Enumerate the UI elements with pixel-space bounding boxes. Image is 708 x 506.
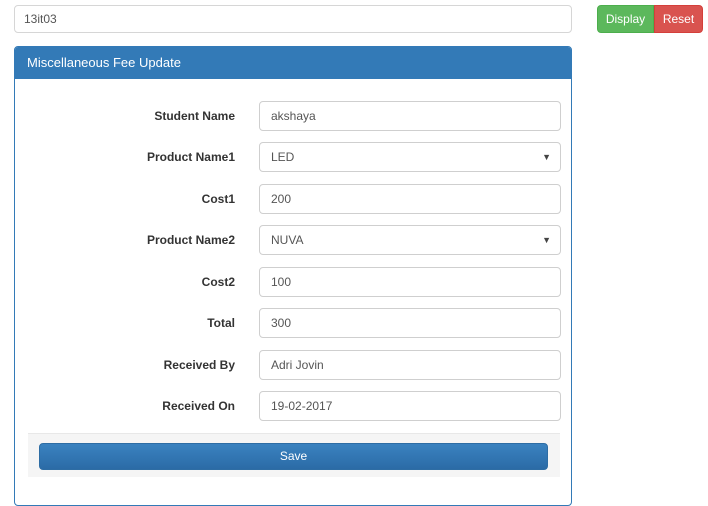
total-label: Total	[207, 316, 235, 330]
received-by-input[interactable]: Adri Jovin	[259, 350, 561, 380]
product-name1-value: LED	[271, 150, 295, 164]
product-name2-select[interactable]: NUVA ▼	[259, 225, 561, 255]
received-by-label: Received By	[163, 358, 235, 372]
cost1-label: Cost1	[201, 192, 235, 206]
caret-down-icon: ▼	[542, 152, 551, 162]
reset-button[interactable]: Reset	[654, 5, 703, 33]
product-name1-label: Product Name1	[146, 150, 235, 164]
fee-update-panel: Miscellaneous Fee Update Student Name ak…	[14, 46, 572, 506]
form-row-cost2: Cost2 100	[15, 267, 571, 297]
form-footer: Save	[28, 433, 560, 477]
form-row-cost1: Cost1 200	[15, 184, 571, 214]
panel-title: Miscellaneous Fee Update	[15, 47, 571, 79]
cost2-input[interactable]: 100	[259, 267, 561, 297]
product-name1-select[interactable]: LED ▼	[259, 142, 561, 172]
form-row-total: Total 300	[15, 308, 571, 338]
total-input[interactable]: 300	[259, 308, 561, 338]
form-row-product-name1: Product Name1 LED ▼	[15, 142, 571, 172]
student-name-input[interactable]: akshaya	[259, 101, 561, 131]
cost1-input[interactable]: 200	[259, 184, 561, 214]
product-name2-value: NUVA	[271, 233, 304, 247]
save-button[interactable]: Save	[39, 443, 548, 470]
student-name-label: Student Name	[154, 109, 235, 123]
cost2-label: Cost2	[201, 275, 235, 289]
form-row-product-name2: Product Name2 NUVA ▼	[15, 225, 571, 255]
form-row-student-name: Student Name akshaya	[15, 101, 571, 131]
student-id-input[interactable]	[14, 5, 572, 33]
display-button[interactable]: Display	[597, 5, 654, 33]
form-row-received-by: Received By Adri Jovin	[15, 350, 571, 380]
product-name2-label: Product Name2	[146, 233, 235, 247]
caret-down-icon: ▼	[542, 235, 551, 245]
received-on-label: Received On	[162, 399, 235, 413]
received-on-input[interactable]: 19-02-2017	[259, 391, 561, 421]
form-row-received-on: Received On 19-02-2017	[15, 391, 571, 421]
